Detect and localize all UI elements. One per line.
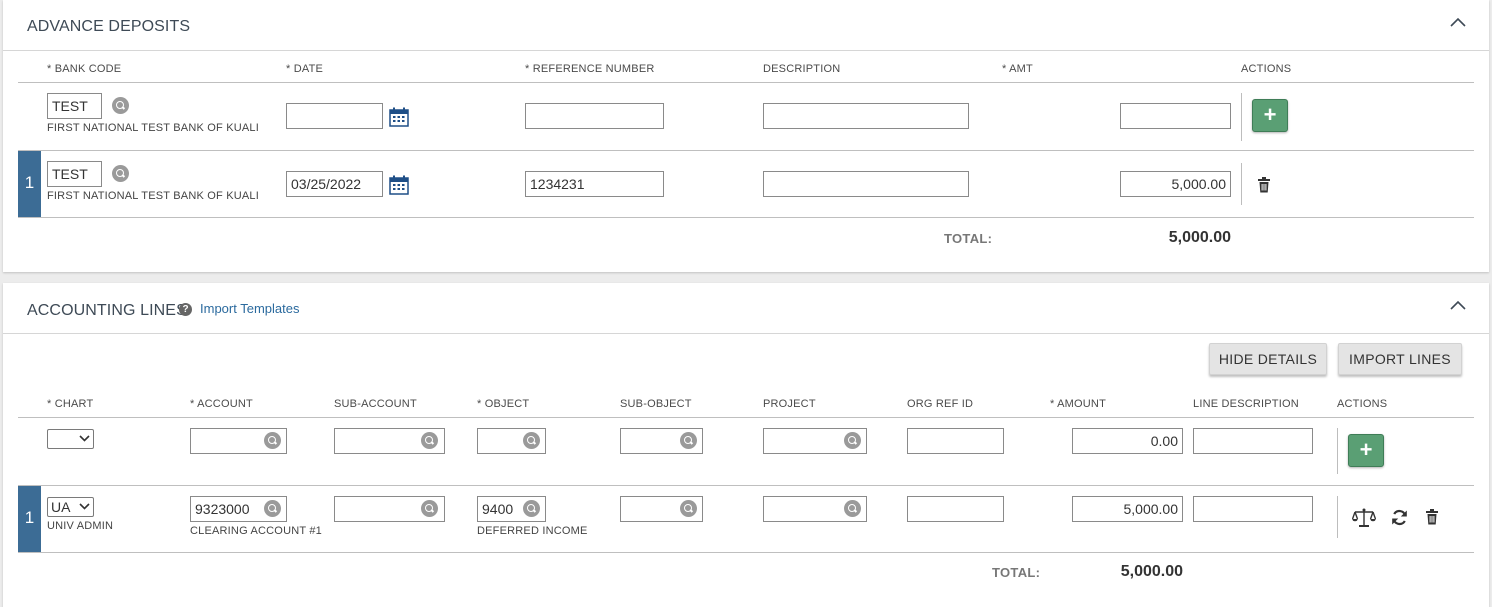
- account-name: CLEARING ACCOUNT #1: [190, 525, 322, 537]
- import-templates-link[interactable]: Import Templates: [200, 301, 299, 316]
- header-actions: ACTIONS: [1241, 63, 1292, 75]
- actions-divider: [1337, 496, 1338, 538]
- amount-input[interactable]: 5,000.00: [1120, 171, 1231, 197]
- line-description-input[interactable]: [1193, 428, 1313, 454]
- magnifier-icon[interactable]: [264, 500, 281, 517]
- header-line-description: LINE DESCRIPTION: [1193, 398, 1299, 410]
- header-divider: [18, 417, 1474, 418]
- magnifier-icon[interactable]: [680, 432, 697, 449]
- magnifier-icon[interactable]: [264, 432, 281, 449]
- chart-value: UA: [51, 499, 71, 515]
- actions-divider: [1241, 93, 1242, 141]
- header-reference-number: * REFERENCE NUMBER: [525, 63, 655, 75]
- accounting-lines-title: ACCOUNTING LINES: [27, 302, 187, 319]
- header-amt: * AMT: [1002, 63, 1033, 75]
- question-icon[interactable]: ?: [179, 303, 192, 316]
- description-input[interactable]: [763, 103, 969, 129]
- total-label: TOTAL:: [992, 565, 1041, 580]
- divider: [3, 333, 1489, 334]
- advance-deposits-title: ADVANCE DEPOSITS: [27, 18, 191, 35]
- date-input[interactable]: 03/25/2022: [286, 171, 383, 197]
- amount-input[interactable]: [1120, 103, 1231, 129]
- accounting-lines-panel: ACCOUNTING LINES ? Import Templates HIDE…: [3, 283, 1489, 607]
- line-description-input[interactable]: [1193, 496, 1313, 522]
- magnifier-icon[interactable]: [112, 165, 129, 182]
- trash-icon[interactable]: [1425, 509, 1439, 525]
- chevron-down-icon: [79, 503, 90, 510]
- chart-select[interactable]: [47, 429, 94, 449]
- total-value: 5,000.00: [1168, 229, 1231, 246]
- magnifier-icon[interactable]: [844, 500, 861, 517]
- trash-icon[interactable]: [1257, 177, 1271, 193]
- actions-divider: [1241, 163, 1242, 205]
- chevron-up-icon[interactable]: [1450, 17, 1466, 27]
- balance-scale-icon[interactable]: [1352, 508, 1376, 528]
- magnifier-icon[interactable]: [680, 500, 697, 517]
- header-chart: * CHART: [47, 398, 94, 410]
- row-divider: [18, 485, 1474, 486]
- import-lines-button[interactable]: IMPORT LINES: [1338, 343, 1462, 375]
- actions-divider: [1337, 428, 1338, 474]
- amount-input[interactable]: 0.00: [1072, 428, 1183, 454]
- magnifier-icon[interactable]: [421, 500, 438, 517]
- header-date: * DATE: [286, 63, 324, 75]
- bank-code-input[interactable]: TEST: [47, 93, 102, 119]
- header-sub-object: SUB-OBJECT: [620, 398, 692, 410]
- magnifier-icon[interactable]: [523, 432, 540, 449]
- total-value: 5,000.00: [1120, 563, 1183, 580]
- header-account: * ACCOUNT: [190, 398, 253, 410]
- magnifier-icon[interactable]: [112, 97, 129, 114]
- description-input[interactable]: [763, 171, 969, 197]
- chevron-down-icon: [79, 435, 90, 442]
- header-bank-code: * BANK CODE: [47, 63, 122, 75]
- header-description: DESCRIPTION: [763, 63, 841, 75]
- header-org-ref-id: ORG REF ID: [907, 398, 974, 410]
- org-ref-id-input[interactable]: [907, 428, 1004, 454]
- row-number: 1: [18, 486, 41, 552]
- row-divider: [18, 552, 1474, 553]
- add-accounting-line-button[interactable]: +: [1348, 434, 1384, 467]
- header-sub-account: SUB-ACCOUNT: [334, 398, 417, 410]
- amount-input[interactable]: 5,000.00: [1072, 496, 1183, 522]
- plus-icon: +: [1359, 437, 1373, 462]
- refresh-icon[interactable]: [1391, 509, 1408, 526]
- header-object: * OBJECT: [477, 398, 530, 410]
- chevron-up-icon[interactable]: [1450, 300, 1466, 310]
- row-divider: [18, 217, 1474, 218]
- bank-name: FIRST NATIONAL TEST BANK OF KUALI: [47, 190, 259, 202]
- add-deposit-button[interactable]: +: [1252, 99, 1288, 132]
- calendar-icon[interactable]: [389, 175, 409, 195]
- date-input[interactable]: [286, 103, 383, 129]
- magnifier-icon[interactable]: [421, 432, 438, 449]
- header-divider: [18, 82, 1474, 83]
- chart-select[interactable]: UA: [47, 497, 94, 517]
- object-name: DEFERRED INCOME: [477, 525, 588, 537]
- calendar-icon[interactable]: [389, 107, 409, 127]
- bank-name: FIRST NATIONAL TEST BANK OF KUALI: [47, 122, 259, 134]
- row-number: 1: [18, 151, 41, 217]
- divider: [3, 50, 1489, 51]
- plus-icon: +: [1263, 102, 1277, 127]
- advance-deposits-panel: ADVANCE DEPOSITS * BANK CODE * DATE * RE…: [3, 0, 1489, 272]
- header-project: PROJECT: [763, 398, 816, 410]
- org-ref-id-input[interactable]: [907, 496, 1004, 522]
- magnifier-icon[interactable]: [523, 500, 540, 517]
- bank-code-input[interactable]: TEST: [47, 161, 102, 187]
- row-divider: [18, 150, 1474, 151]
- chart-name: UNIV ADMIN: [47, 520, 114, 532]
- magnifier-icon[interactable]: [844, 432, 861, 449]
- total-label: TOTAL:: [944, 231, 993, 246]
- header-amount: * AMOUNT: [1050, 398, 1106, 410]
- reference-number-input[interactable]: 1234231: [525, 171, 664, 197]
- header-actions: ACTIONS: [1337, 398, 1388, 410]
- reference-number-input[interactable]: [525, 103, 664, 129]
- hide-details-button[interactable]: HIDE DETAILS: [1209, 343, 1327, 375]
